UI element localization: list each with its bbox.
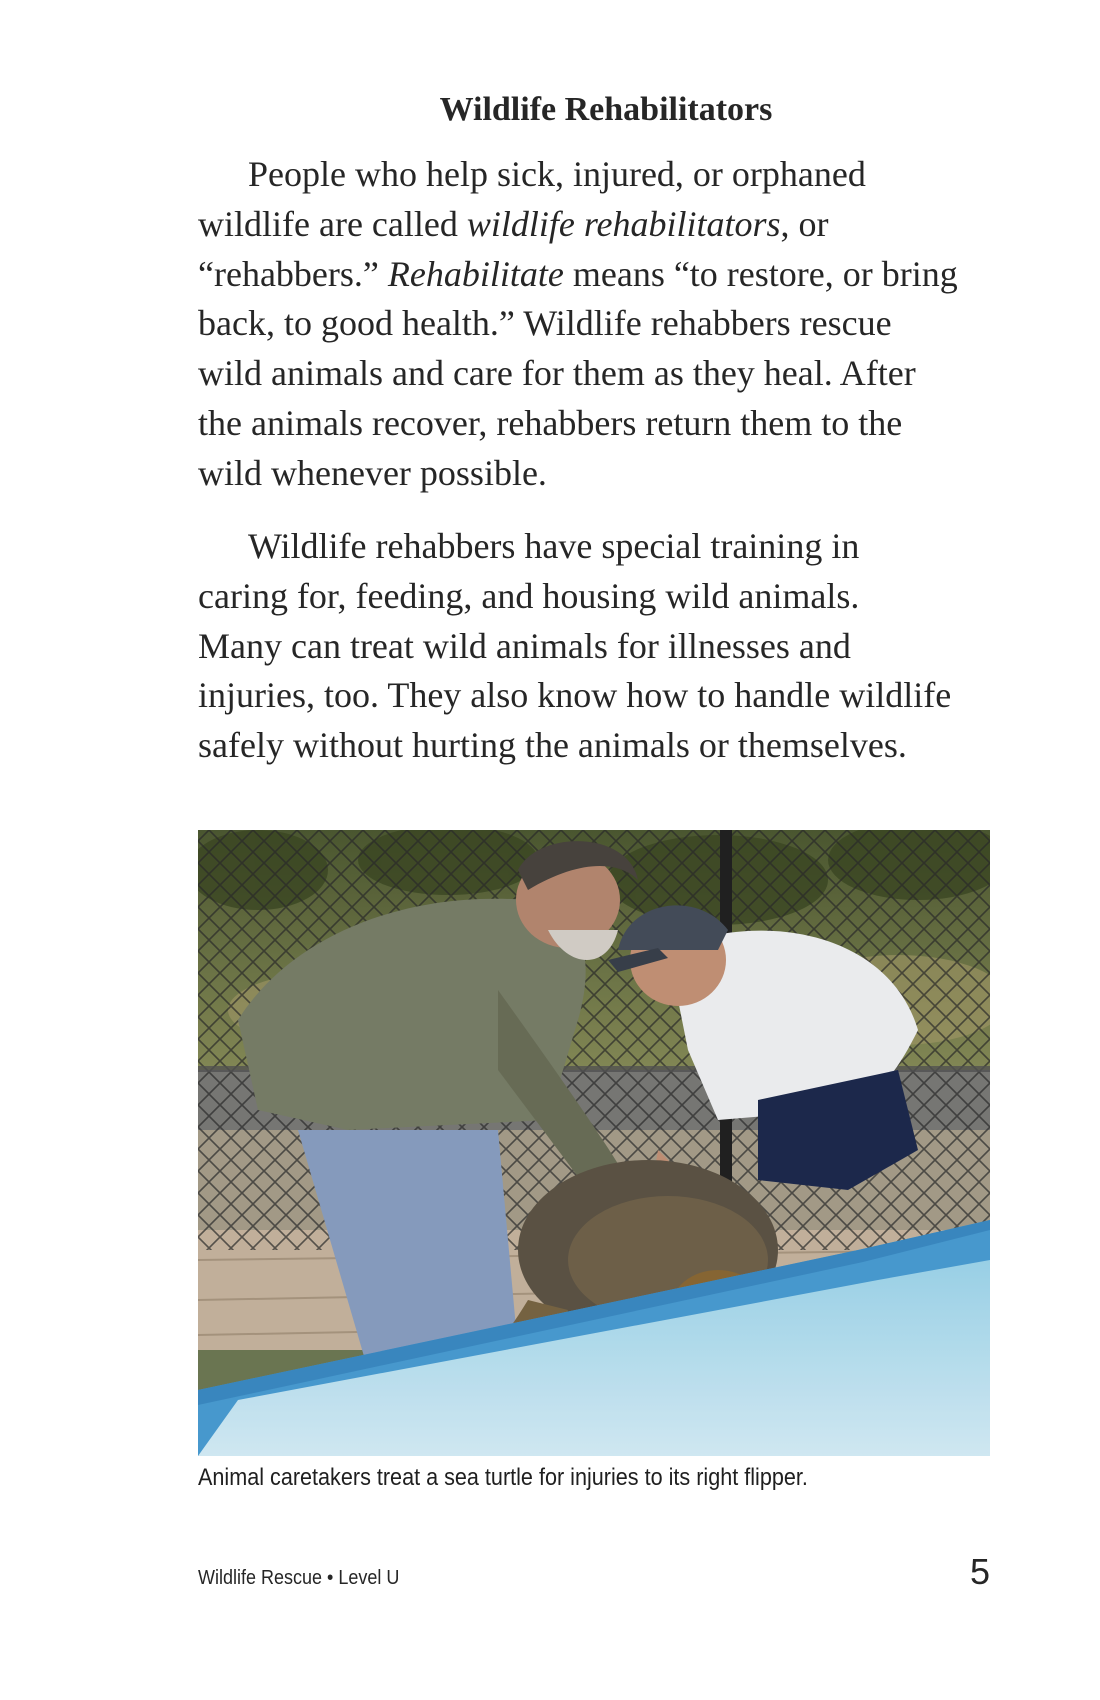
- paragraph-2-line-2: caring for, feeding, and housing wild an…: [198, 575, 860, 616]
- paragraph-1-line-1: People who help sick, injured, or orphan…: [248, 154, 866, 194]
- paragraph-1-line-3: “rehabbers.” Rehabilitate means “to rest…: [198, 250, 1028, 300]
- section-heading: Wildlife Rehabilitators: [439, 91, 773, 128]
- paragraph-2-line-1: Wildlife rehabbers have special training…: [248, 526, 860, 566]
- paragraph-1-line-7: wild whenever possible.: [198, 452, 547, 493]
- page-number: 5: [969, 1551, 990, 1592]
- line-3-emphasis: Rehabilitate: [387, 253, 564, 294]
- paragraph-1-line-4: back, to good health.” Wildlife rehabber…: [198, 303, 892, 344]
- footer-book-info: Wildlife Rescue • Level U: [198, 1567, 400, 1589]
- paragraph-1-line-2: wildlife are called wildlife rehabilitat…: [198, 200, 1028, 250]
- sea-turtle-photo: [198, 830, 990, 1456]
- paragraph-1-line-5: wild animals and care for them as they h…: [198, 353, 916, 394]
- line-2-emphasis: wildlife rehabilitators: [466, 203, 781, 244]
- paragraph-2-line-3: Many can treat wild animals for illnesse…: [198, 625, 851, 666]
- line-2-text-b: , or: [780, 203, 829, 244]
- paragraph-1-line-6: the animals recover, rehabbers return th…: [198, 402, 903, 443]
- paragraph-2-line-5: safely without hurting the animals or th…: [198, 725, 907, 766]
- line-3-text-b: means “to restore, or bring: [563, 253, 958, 294]
- line-3-text-a: “rehabbers.”: [198, 253, 388, 294]
- photo-caption: Animal caretakers treat a sea turtle for…: [198, 1464, 808, 1491]
- line-2-text-a: wildlife are called: [198, 203, 467, 244]
- paragraph-2-line-4: injuries, too. They also know how to han…: [198, 675, 952, 716]
- paragraph-1: People who help sick, injured, or orphan…: [198, 150, 1028, 499]
- paragraph-2: Wildlife rehabbers have special training…: [198, 522, 1028, 771]
- book-page: Wildlife Rehabilitators People who help …: [0, 0, 1100, 1700]
